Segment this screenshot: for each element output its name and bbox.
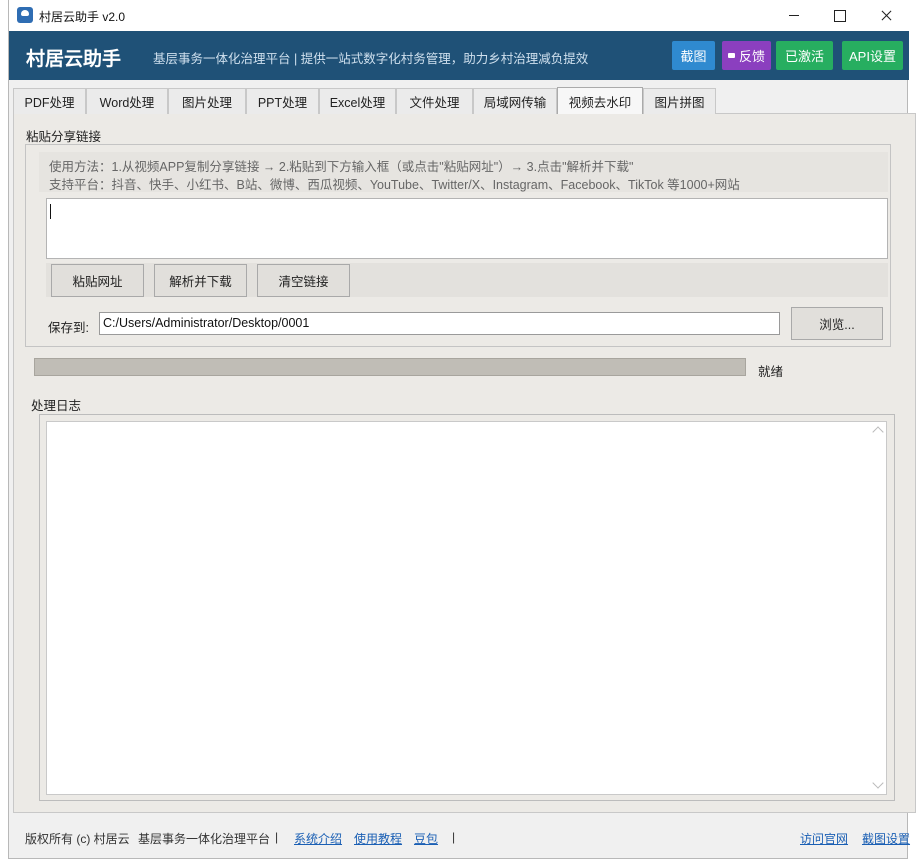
footer-separator-2: | xyxy=(452,830,456,844)
brand-tagline: 基层事务一体化治理平台 | 提供一站式数字化村务管理，助力乡村治理减负提效 xyxy=(153,52,589,66)
scroll-down-icon[interactable] xyxy=(872,777,884,789)
app-header: 村居云助手 基层事务一体化治理平台 | 提供一站式数字化村务管理，助力乡村治理减… xyxy=(9,31,909,80)
paste-url-button[interactable]: 粘贴网址 xyxy=(51,264,144,297)
maximize-button[interactable] xyxy=(817,0,863,31)
feedback-button[interactable]: 反馈 xyxy=(722,41,771,70)
app-cloud-icon xyxy=(17,7,33,23)
feedback-icon xyxy=(727,53,735,58)
brand-title: 村居云助手 xyxy=(26,49,122,70)
log-section-label: 处理日志 xyxy=(31,399,82,413)
tab-lan-transfer[interactable]: 局域网传输 xyxy=(473,88,557,114)
log-scrollbar[interactable] xyxy=(870,422,886,794)
screenshot-button[interactable]: 截图 xyxy=(672,41,715,70)
app-window: 村居云助手 v2.0 村居云助手 基层事务一体化治理平台 | 提供一站式数字化村… xyxy=(8,0,916,859)
footer-copyright: 版权所有 (c) 村居云 xyxy=(25,832,130,846)
clear-link-button[interactable]: 清空链接 xyxy=(257,264,350,297)
footer-platform: 基层事务一体化治理平台 xyxy=(138,832,271,846)
hint-platforms: 支持平台：抖音、快手、小红书、B站、微博、西瓜视频、YouTube、Twitte… xyxy=(49,178,740,192)
tab-video-watermark[interactable]: 视频去水印 xyxy=(557,87,643,114)
footer-link-visit[interactable]: 访问官网 xyxy=(800,830,848,847)
progress-bar xyxy=(34,358,746,376)
tab-ppt[interactable]: PPT处理 xyxy=(246,88,319,114)
text-caret xyxy=(50,204,51,219)
tab-image-collage[interactable]: 图片拼图 xyxy=(643,88,716,114)
save-to-label: 保存到: xyxy=(48,321,89,335)
activated-button[interactable]: 已激活 xyxy=(776,41,833,70)
feedback-label: 反馈 xyxy=(738,49,765,64)
scroll-up-icon[interactable] xyxy=(872,426,884,438)
log-textarea[interactable] xyxy=(46,421,887,795)
tab-pdf[interactable]: PDF处理 xyxy=(13,88,86,114)
footer-link-doubao[interactable]: 豆包 xyxy=(414,830,438,847)
tab-image[interactable]: 图片处理 xyxy=(168,88,246,114)
minimize-button[interactable] xyxy=(771,0,817,31)
footer-separator: | xyxy=(275,830,279,844)
status-text: 就绪 xyxy=(758,365,784,379)
tab-excel[interactable]: Excel处理 xyxy=(319,88,396,114)
parse-download-button[interactable]: 解析并下载 xyxy=(154,264,247,297)
footer-link-screenshot-settings[interactable]: 截图设置 xyxy=(862,830,910,847)
title-bar: 村居云助手 v2.0 xyxy=(9,0,909,31)
tab-file[interactable]: 文件处理 xyxy=(396,88,473,114)
hint-usage: 使用方法：1.从视频APP复制分享链接 → 2.粘贴到下方输入框（或点击"粘贴网… xyxy=(49,160,634,174)
footer-link-intro[interactable]: 系统介绍 xyxy=(294,830,342,847)
save-path-input[interactable]: C:/Users/Administrator/Desktop/0001 xyxy=(99,312,780,335)
link-input[interactable] xyxy=(46,198,888,259)
paste-section-label: 粘贴分享链接 xyxy=(26,130,102,144)
hint-box: 使用方法：1.从视频APP复制分享链接 → 2.粘贴到下方输入框（或点击"粘贴网… xyxy=(39,152,888,192)
tab-word[interactable]: Word处理 xyxy=(86,88,168,114)
browse-button[interactable]: 浏览... xyxy=(791,307,883,340)
api-settings-button[interactable]: API设置 xyxy=(842,41,903,70)
window-title: 村居云助手 v2.0 xyxy=(39,10,126,24)
desktop-background-left xyxy=(0,0,8,859)
footer-link-tutorial[interactable]: 使用教程 xyxy=(354,830,402,847)
close-button[interactable] xyxy=(863,0,909,31)
